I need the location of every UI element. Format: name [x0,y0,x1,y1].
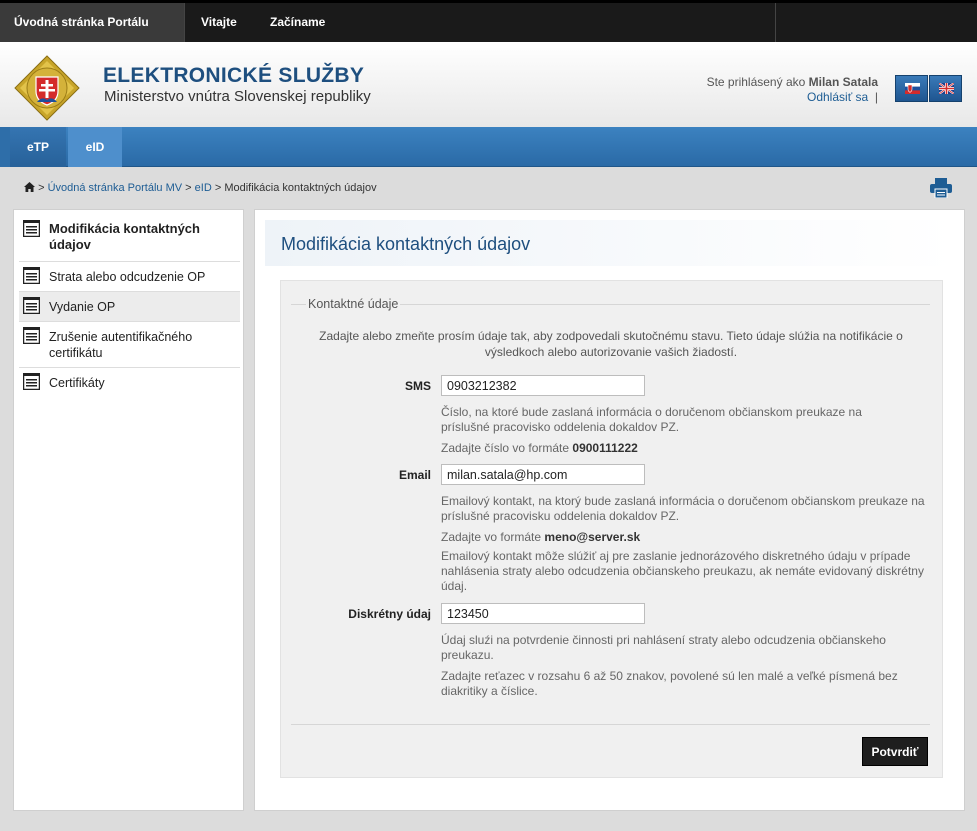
sidebar-item-certificate-revocation[interactable]: Zrušenie autentifikačného certifikátu [19,322,240,368]
contact-form: Kontaktné údaje Zadajte alebo zmeňte pro… [280,280,943,778]
document-icon [23,267,40,284]
breadcrumb-separator: > [185,182,192,194]
sms-label: SMS [404,379,431,393]
home-icon[interactable] [24,182,35,192]
topnav-getting-started-link[interactable]: Začíname [256,3,339,42]
sidebar: Modifikácia kontaktných údajov Strata al… [13,209,244,811]
sidebar-item-contact-modification[interactable]: Modifikácia kontaktných údajov [19,215,240,262]
language-sk-button[interactable] [895,75,928,102]
service-navigation: eTP eID [0,127,977,167]
site-header: ELEKTRONICKÉ SLUŽBY Ministerstvo vnútra … [0,42,977,127]
sk-flag-icon [905,83,920,94]
form-divider [291,724,930,725]
topnav-divider [184,3,185,42]
sms-format-hint: Zadajte číslo vo formáte 0900111222 [441,441,921,456]
uk-flag-icon [939,83,954,94]
sidebar-item-label: Strata alebo odcudzenie OP [49,270,206,284]
logout-separator: | [874,90,878,104]
sms-format-example: 0900111222 [572,441,638,455]
breadcrumb-current: Modifikácia kontaktných údajov [224,182,377,194]
topnav-divider [775,3,776,42]
sidebar-item-label: Zrušenie autentifikačného certifikátu [49,330,193,360]
site-title: ELEKTRONICKÉ SLUŽBY [103,64,365,87]
breadcrumb-separator: > [38,182,45,194]
sidebar-item-id-issuance[interactable]: Vydanie OP [19,292,240,322]
page-title: Modifikácia kontaktných údajov [281,234,531,254]
user-info: Ste prihlásený ako Milan Satala Odhlásiť… [707,75,878,105]
discreet-data-label: Diskrétny údaj [348,607,431,621]
email-help-text: Emailový kontakt, na ktorý bude zaslaná … [441,494,925,523]
discreet-data-input[interactable] [441,603,645,624]
logout-link[interactable]: Odhlásiť sa [807,90,868,104]
sidebar-item-certificates[interactable]: Certifikáty [19,368,240,398]
tab-eid[interactable]: eID [68,127,122,167]
topnav-welcome-link[interactable]: Vitajte [187,3,251,42]
nav-edge [0,127,10,167]
email-input[interactable] [441,464,645,485]
breadcrumb: > Úvodná stránka Portálu MV > eID > Modi… [24,182,377,194]
email-format-example: meno@server.sk [544,530,641,544]
sidebar-item-label: Vydanie OP [49,300,116,314]
confirm-button[interactable]: Potvrdiť [862,737,928,766]
breadcrumb-eid-link[interactable]: eID [195,182,212,194]
tab-etp[interactable]: eTP [10,127,66,167]
document-icon [23,373,40,390]
sms-input[interactable] [441,375,645,396]
form-intro-text: Zadajte alebo zmeňte prosím údaje tak, a… [319,329,903,359]
site-subtitle: Ministerstvo vnútra Slovenskej republiky [104,88,371,105]
sidebar-item-label: Modifikácia kontaktných údajov [49,221,200,252]
discreet-format-hint: Zadajte reťazec v rozsahu 6 až 50 znakov… [441,669,898,698]
breadcrumb-separator: > [214,182,222,194]
email-format-hint: Zadajte vo formáte meno@server.sk [441,530,921,545]
document-icon [23,297,40,314]
email-label: Email [398,468,431,482]
sidebar-item-loss-theft[interactable]: Strata alebo odcudzenie OP [19,262,240,292]
document-icon [23,327,40,344]
language-en-button[interactable] [929,75,962,102]
top-navigation-bar: Úvodná stránka Portálu MV Vitajte Začína… [0,0,977,68]
user-name: Milan Satala [808,75,878,89]
logged-in-prefix: Ste prihlásený ako [706,75,806,89]
print-icon[interactable] [930,178,952,198]
main-content: Modifikácia kontaktných údajov Kontaktné… [254,209,965,811]
discreet-help-text: Údaj sluźi na potvrdenie činnosti pri na… [441,633,886,662]
ministry-coat-of-arms-logo [14,55,80,121]
document-icon [23,220,40,237]
topnav-home-link[interactable]: Úvodná stránka Portálu MV [0,3,184,68]
breadcrumb-home-link[interactable]: Úvodná stránka Portálu MV [48,182,183,194]
email-discreet-help-text: Emailový kontakt môže slúžiť aj pre zasl… [441,549,924,593]
email-format-prefix: Zadajte vo formáte [441,530,542,544]
sms-help-text: Číslo, na ktoré bude zaslaná informácia … [441,405,862,434]
sidebar-item-label: Certifikáty [49,376,105,390]
sms-format-prefix: Zadajte číslo vo formáte [441,441,570,455]
page-title-bar: Modifikácia kontaktných údajov [265,220,955,266]
fieldset-legend: Kontaktné údaje [306,297,401,311]
